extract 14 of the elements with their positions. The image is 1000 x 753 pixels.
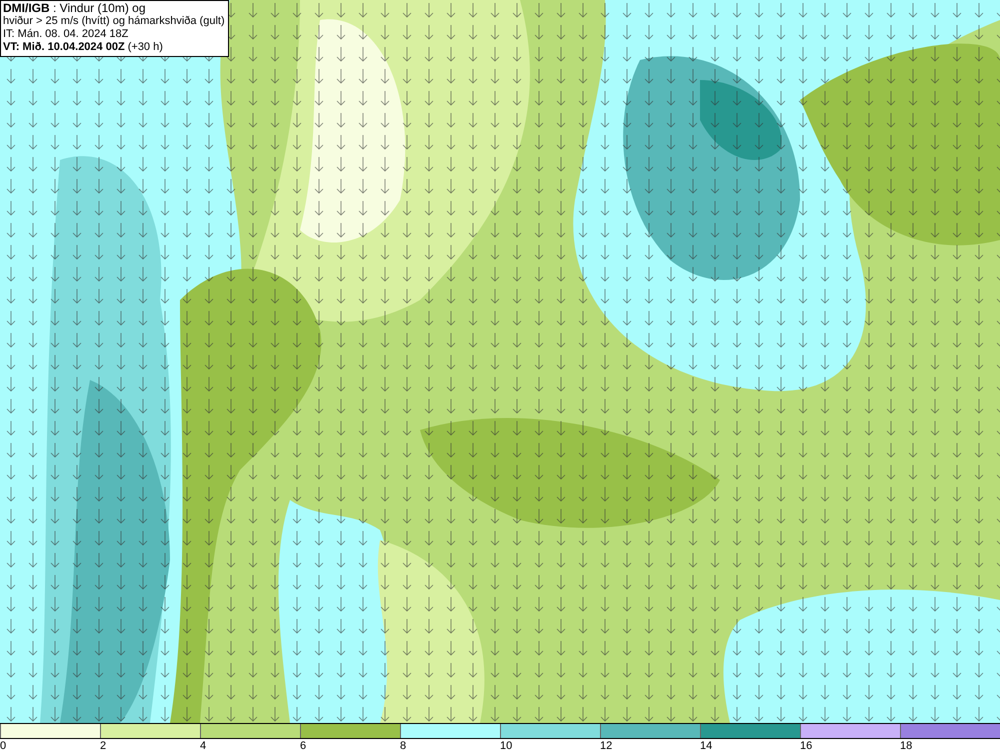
title-line: VT: Mið. 10.04.2024 00Z (+30 h): [3, 41, 164, 54]
legend-label: 6: [300, 740, 306, 752]
title-line: DMI/IGB : Vindur (10m) og: [3, 2, 146, 15]
legend-label: 14: [700, 740, 712, 752]
legend-label: 0: [0, 740, 6, 752]
legend-label: 12: [600, 740, 612, 752]
legend-label: 8: [400, 740, 406, 752]
title-line: IT: Mán. 08. 04. 2024 18Z: [3, 28, 130, 41]
title-line: hviður > 25 m/s (hvítt) og hámarkshviða (gult): [3, 15, 225, 28]
legend-label: 4: [200, 740, 206, 752]
legend-label: 18: [900, 740, 912, 752]
legend-label: 16: [800, 740, 812, 752]
legend-label: 10: [500, 740, 512, 752]
legend-label: 2: [100, 740, 106, 752]
